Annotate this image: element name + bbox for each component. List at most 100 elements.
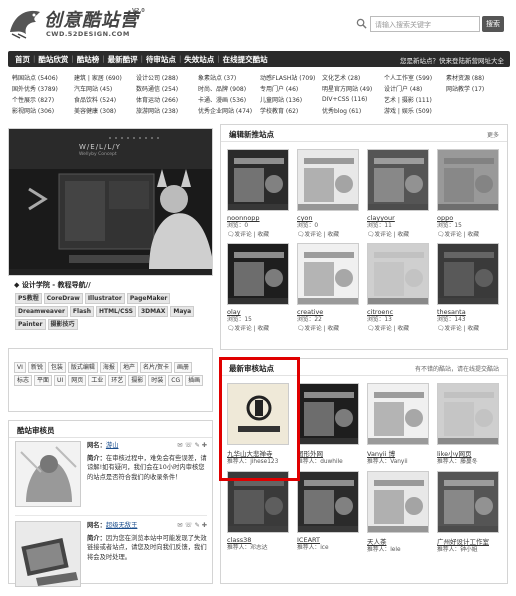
- category-tag[interactable]: 摄影: [128, 375, 147, 386]
- favorite-link[interactable]: 收藏: [257, 232, 269, 238]
- favorite-link[interactable]: 收藏: [397, 232, 409, 238]
- category-link[interactable]: 游戏 | 娱乐 (509): [384, 106, 446, 115]
- nav-item[interactable]: 在线提交酷站: [220, 54, 271, 65]
- tutorial-tag[interactable]: Illustrator: [84, 293, 125, 304]
- category-tag[interactable]: CG: [168, 375, 184, 386]
- category-tag[interactable]: 名片/贺卡: [139, 362, 172, 373]
- nav-item[interactable]: 失效站点: [181, 54, 217, 65]
- category-link[interactable]: 食品饮料 (524): [74, 95, 136, 104]
- reviewer-name[interactable]: 游山: [106, 442, 119, 449]
- category-link[interactable]: 韩国站点 (5406): [12, 73, 74, 82]
- category-link[interactable]: 动感FLASH站 (709): [260, 73, 322, 82]
- tutorial-tag[interactable]: Painter: [15, 319, 46, 330]
- site-logo[interactable]: 创意酷站营 V2.0 CWD.52DESIGN.COM: [6, 4, 176, 42]
- comment-link[interactable]: 发评论: [304, 326, 321, 332]
- site-name[interactable]: cyon: [297, 214, 367, 222]
- category-tag[interactable]: 网页: [68, 375, 87, 386]
- site-name[interactable]: clayyour: [367, 214, 437, 222]
- tutorial-tag[interactable]: Flash: [69, 306, 94, 317]
- site-name[interactable]: noonnopp: [227, 214, 297, 222]
- favorite-link[interactable]: 收藏: [467, 232, 479, 238]
- favorite-link[interactable]: 收藏: [327, 232, 339, 238]
- comment-link[interactable]: 发评论: [234, 232, 251, 238]
- nav-item[interactable]: 最新酷评: [105, 54, 141, 65]
- site-thumbnail[interactable]: [437, 149, 499, 211]
- category-tag[interactable]: 新锐: [27, 362, 46, 373]
- site-thumbnail[interactable]: [437, 470, 499, 533]
- site-name[interactable]: 广州好设计工作室: [437, 536, 507, 546]
- nav-item[interactable]: 酷站欣赏: [35, 54, 71, 65]
- category-link[interactable]: DIV+CSS (116): [322, 96, 384, 103]
- category-link[interactable]: 建筑 | 家居 (690): [74, 73, 136, 82]
- comment-link[interactable]: 发评论: [444, 326, 461, 332]
- category-link[interactable]: 学校教育 (62): [260, 106, 322, 115]
- contact-icons[interactable]: ✉☏✎✚: [177, 441, 209, 451]
- site-thumbnail[interactable]: [367, 149, 429, 211]
- search-button[interactable]: 搜索: [482, 16, 504, 32]
- site-name[interactable]: oppo: [437, 214, 507, 222]
- category-link[interactable]: 明星官方网站 (49): [322, 84, 384, 93]
- category-tag[interactable]: 地产: [119, 362, 138, 373]
- tutorial-tag[interactable]: Dreamweaver: [15, 306, 68, 317]
- featured-banner[interactable]: W/E/L/L/Y Wellyby Concept: [8, 128, 213, 276]
- category-link[interactable]: 专用门户 (46): [260, 84, 322, 93]
- category-tag[interactable]: 版式编辑: [67, 362, 98, 373]
- contact-icons[interactable]: ✉☏✎✚: [177, 521, 209, 531]
- category-link[interactable]: 影视网站 (306): [12, 106, 74, 115]
- category-link[interactable]: 数码通信 (254): [136, 84, 198, 93]
- site-thumbnail[interactable]: [437, 383, 499, 445]
- submit-link[interactable]: 有不错的酷站，请在线提交酷站: [415, 364, 499, 373]
- comment-link[interactable]: 发评论: [234, 326, 251, 332]
- more-link[interactable]: 更多: [487, 130, 499, 139]
- favorite-link[interactable]: 收藏: [257, 326, 269, 332]
- category-tag[interactable]: 环艺: [108, 375, 127, 386]
- category-link[interactable]: 时尚、品牌 (908): [198, 84, 260, 93]
- site-name[interactable]: thesanta: [437, 308, 507, 316]
- reviewer-avatar[interactable]: [15, 521, 81, 587]
- site-thumbnail[interactable]: [367, 383, 429, 445]
- tutorial-tag[interactable]: CoreDraw: [43, 293, 83, 304]
- category-link[interactable]: 个性展示 (827): [12, 95, 74, 104]
- site-thumbnail[interactable]: [367, 243, 429, 305]
- category-link[interactable]: 网站教学 (17): [446, 84, 508, 93]
- tutorial-tag[interactable]: HTML/CSS: [95, 306, 136, 317]
- favorite-link[interactable]: 收藏: [467, 326, 479, 332]
- site-thumbnail[interactable]: [297, 383, 359, 445]
- category-link[interactable]: 旅游网站 (238): [136, 106, 198, 115]
- site-name[interactable]: creative: [297, 308, 367, 316]
- category-tag[interactable]: 包装: [47, 362, 66, 373]
- category-link[interactable]: 素材资源 (88): [446, 73, 508, 82]
- tutorial-tag[interactable]: PageMaker: [126, 293, 171, 304]
- category-tag[interactable]: VI: [14, 362, 26, 373]
- favorite-link[interactable]: 收藏: [397, 326, 409, 332]
- nav-item[interactable]: 待审站点: [143, 54, 179, 65]
- site-thumbnail[interactable]: [367, 470, 429, 533]
- reviewer-avatar[interactable]: [15, 441, 81, 507]
- category-link[interactable]: 个人工作室 (599): [384, 73, 446, 82]
- category-link[interactable]: 国外优秀 (3789): [12, 84, 74, 93]
- nav-submit-link[interactable]: 您是新站点？快来登陆新营网址大全: [400, 55, 504, 65]
- category-link[interactable]: 体育运动 (266): [136, 95, 198, 104]
- site-name[interactable]: like小y网页: [437, 448, 507, 458]
- category-link[interactable]: 设计门户 (48): [384, 84, 446, 93]
- tutorial-tag[interactable]: PS教程: [15, 293, 42, 304]
- site-name[interactable]: class38: [227, 536, 297, 544]
- site-thumbnail[interactable]: [437, 243, 499, 305]
- category-tag[interactable]: 时装: [148, 375, 167, 386]
- site-name[interactable]: ICEART: [297, 536, 367, 544]
- comment-link[interactable]: 发评论: [304, 232, 321, 238]
- category-tag[interactable]: 插画: [185, 375, 204, 386]
- category-link[interactable]: 艺术 | 摄影 (111): [384, 95, 446, 104]
- comment-link[interactable]: 发评论: [374, 232, 391, 238]
- category-tag[interactable]: 标志: [14, 375, 33, 386]
- tutorial-tag[interactable]: 3DMAX: [137, 306, 169, 317]
- site-thumbnail[interactable]: [297, 149, 359, 211]
- category-link[interactable]: 儿童网站 (136): [260, 95, 322, 104]
- tutorial-tag[interactable]: 摄影技巧: [47, 319, 78, 330]
- site-thumbnail[interactable]: [227, 243, 289, 305]
- reviewer-name[interactable]: 超级无敌王: [106, 522, 137, 529]
- category-link[interactable]: 美容健康 (308): [74, 106, 136, 115]
- site-name[interactable]: Vanyii 博: [367, 448, 437, 458]
- category-tag[interactable]: 工业: [88, 375, 107, 386]
- nav-item[interactable]: 酷站榜: [74, 54, 103, 65]
